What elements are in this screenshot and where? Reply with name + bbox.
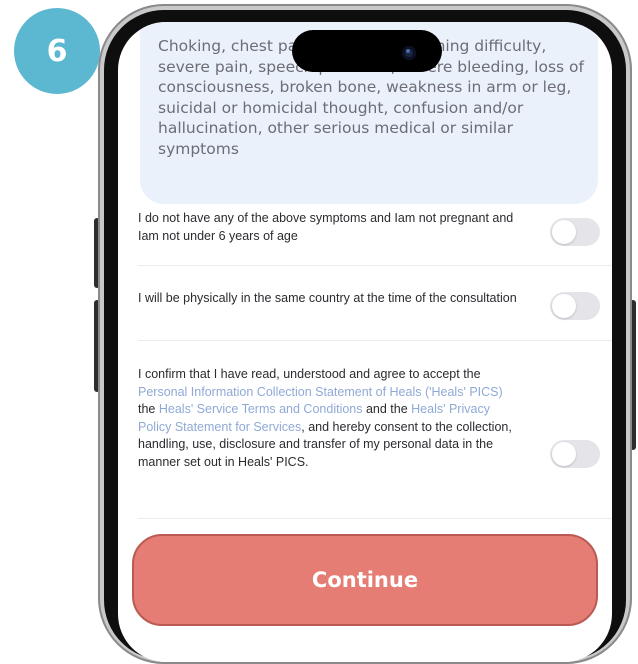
toggle-knob — [552, 220, 576, 244]
phone-screen: Choking, chest pain, seizures, breathing… — [118, 22, 612, 662]
declaration-label-no-symptoms: I do not have any of the above symptoms … — [138, 211, 514, 243]
step-number-badge: 6 — [14, 8, 100, 94]
toggle-no-symptoms[interactable] — [550, 218, 600, 246]
divider — [138, 340, 612, 341]
dynamic-island — [292, 30, 442, 72]
terms-link[interactable]: Heals' Service Terms and Conditions — [159, 402, 363, 416]
toggle-consent[interactable] — [550, 440, 600, 468]
declaration-label-same-country: I will be physically in the same country… — [138, 291, 517, 305]
front-camera-icon — [402, 46, 416, 60]
continue-button[interactable]: Continue — [132, 534, 598, 626]
toggle-same-country[interactable] — [550, 292, 600, 320]
pics-link[interactable]: Personal Information Collection Statemen… — [138, 385, 503, 399]
divider — [138, 265, 612, 266]
consent-text-part: and the — [362, 402, 412, 416]
consent-text-part: I confirm that I have read, understood a… — [138, 367, 481, 381]
toggle-knob — [552, 442, 576, 466]
toggle-knob — [552, 294, 576, 318]
consent-text-part: the — [138, 402, 159, 416]
consent-text: I confirm that I have read, understood a… — [138, 366, 518, 471]
divider — [138, 518, 612, 519]
